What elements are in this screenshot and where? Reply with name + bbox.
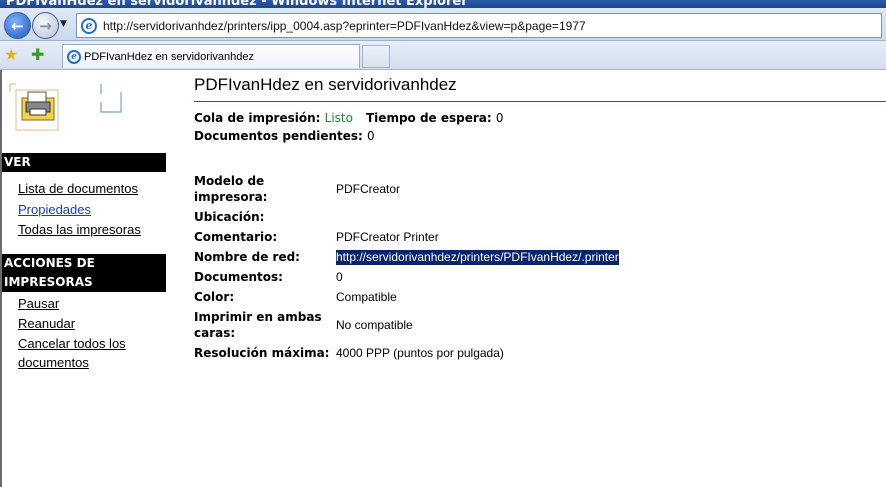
section-header-ver: VER <box>2 153 166 172</box>
favorites-star-icon[interactable]: ★ <box>4 45 18 64</box>
address-bar[interactable]: e http://servidorivanhdez/printers/ipp_0… <box>76 13 882 38</box>
pending-label: Documentos pendientes: <box>194 129 363 143</box>
prop-label-model-line2: impresora: <box>194 190 268 204</box>
prop-value-model: PDFCreator <box>336 182 401 196</box>
prop-value-duplex: No compatible <box>336 318 413 332</box>
prop-label-duplex-line1: Imprimir en ambas <box>194 310 322 324</box>
prop-label-duplex-line2: caras: <box>194 326 236 340</box>
back-arrow-icon: ← <box>11 16 24 35</box>
prop-label-location: Ubicación: <box>194 210 265 224</box>
sidebar-link-pause[interactable]: Pausar <box>18 294 59 313</box>
prop-label-network-name: Nombre de red: <box>194 250 300 264</box>
forward-arrow-icon: → <box>39 16 52 35</box>
queue-label: Cola de impresión: <box>194 111 321 125</box>
browser-tab[interactable]: e PDFIvanHdez en servidorivanhdez <box>62 44 360 68</box>
pending-value: 0 <box>367 129 375 143</box>
sidebar-link-resume[interactable]: Reanudar <box>18 314 75 333</box>
wait-line: Tiempo de espera: 0 <box>366 111 504 126</box>
ie-page-icon: e <box>81 17 97 34</box>
prop-value-max-resolution: 4000 PPP (puntos por pulgada) <box>336 346 504 360</box>
page-title: PDFIvanHdez en servidorivanhdez <box>194 75 457 94</box>
forward-button[interactable]: → <box>32 12 59 39</box>
sidebar-link-properties[interactable]: Propiedades <box>18 200 91 219</box>
pending-line: Documentos pendientes: 0 <box>194 129 375 144</box>
history-dropdown-icon[interactable]: ▼ <box>60 19 67 29</box>
add-favorite-icon[interactable]: ✚ <box>31 45 44 64</box>
prop-label-model-line1: Modelo de <box>194 174 265 188</box>
address-url[interactable]: http://servidorivanhdez/printers/ipp_000… <box>103 19 586 33</box>
status-line: Cola de impresión: Listo <box>194 111 353 126</box>
wait-value: 0 <box>495 111 504 125</box>
sidebar-link-document-list[interactable]: Lista de documentos <box>18 179 138 198</box>
window-title: PDFIvanHdez en servidorivanhdez - Window… <box>6 0 468 8</box>
ie-tab-icon: e <box>67 49 81 64</box>
sidebar-link-cancel-all[interactable]: Cancelar todos los <box>18 334 126 353</box>
new-tab-button[interactable] <box>362 45 390 68</box>
tab-title: PDFIvanHdez en servidorivanhdez <box>84 50 254 63</box>
prop-label-documents: Documentos: <box>194 270 283 284</box>
title-divider <box>194 101 886 102</box>
queue-value: Listo <box>324 111 353 125</box>
window-titlebar: PDFIvanHdez en servidorivanhdez - Window… <box>0 0 886 8</box>
prop-value-comment: PDFCreator Printer <box>336 230 439 244</box>
prop-value-network-name[interactable]: http://servidorivanhdez/printers/PDFIvan… <box>336 250 619 265</box>
section-header-printer-actions: ACCIONES DE IMPRESORAS <box>2 254 166 292</box>
printer-logo-icon <box>9 83 122 131</box>
prop-label-color: Color: <box>194 290 235 304</box>
back-button[interactable]: ← <box>4 12 31 39</box>
prop-label-max-resolution: Resolución máxima: <box>194 346 330 360</box>
wait-label: Tiempo de espera: <box>366 111 492 125</box>
sidebar: VER Lista de documentos Propiedades Toda… <box>2 70 166 487</box>
prop-value-documents: 0 <box>336 270 343 284</box>
section-header-line2: IMPRESORAS <box>4 275 93 289</box>
sidebar-link-cancel-all-cont[interactable]: documentos <box>18 353 89 372</box>
sidebar-link-all-printers[interactable]: Todas las impresoras <box>18 220 141 239</box>
navigation-bar: ← → ▼ e http://servidorivanhdez/printers… <box>0 8 886 41</box>
section-header-line1: ACCIONES DE <box>4 256 95 270</box>
prop-value-color: Compatible <box>336 290 397 304</box>
tab-bar: ★ ✚ e PDFIvanHdez en servidorivanhdez <box>0 41 886 70</box>
prop-label-comment: Comentario: <box>194 230 278 244</box>
